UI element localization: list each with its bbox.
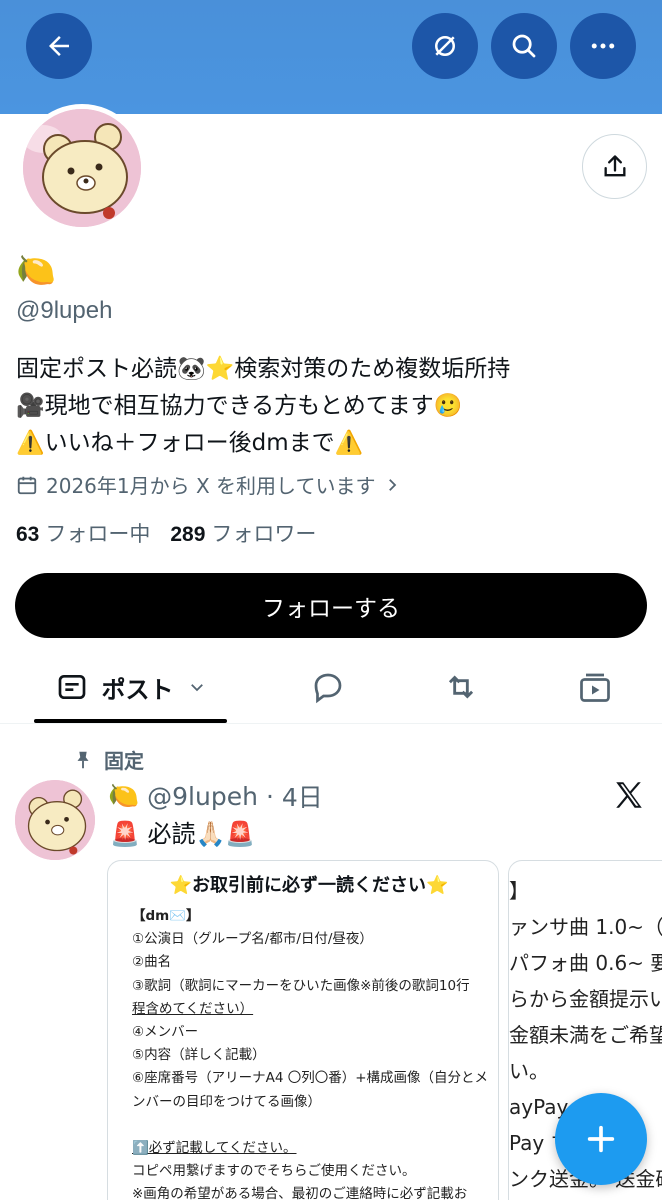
card-line <box>132 1114 486 1137</box>
card-line: ⬆️必ず記載してください。 <box>132 1140 297 1157</box>
card-line: らから金額提示い <box>509 987 662 1011</box>
plus-icon <box>587 1125 615 1153</box>
more-button[interactable] <box>570 13 636 79</box>
card-line: ④メンバー <box>132 1024 199 1041</box>
profile-bio: 固定ポスト必読🐼⭐️検索対策のため複数垢所持 🎥現地で相互協力できる方もとめてま… <box>16 351 646 462</box>
post-avatar[interactable] <box>15 780 95 860</box>
post-separator: · <box>265 781 274 811</box>
compose-button[interactable] <box>555 1093 647 1185</box>
bio-line: 🎥現地で相互協力できる方もとめてます🥲 <box>16 393 463 419</box>
tab-reposts[interactable] <box>423 650 499 724</box>
following-link[interactable]: 63 フォロー中 <box>16 518 150 548</box>
pin-icon <box>77 751 89 768</box>
card-line: ※画角の希望がある場合、最初のご連絡時に必ず記載お <box>132 1186 468 1200</box>
card-line: 程含めてください） <box>132 1000 254 1017</box>
card-line: ァンサ曲 1.0~（ <box>509 915 662 939</box>
tab-media[interactable] <box>557 650 633 724</box>
repost-icon <box>448 675 474 699</box>
bio-line: 固定ポスト必読🐼⭐️検索対策のため複数垢所持 <box>16 356 511 382</box>
back-button[interactable] <box>26 13 92 79</box>
profile-tabs: ポスト <box>0 650 662 724</box>
joined-text: 2026年1月から X を利用しています <box>46 474 376 498</box>
avatar-image <box>23 109 141 227</box>
followers-link[interactable]: 289 フォロワー <box>170 518 316 548</box>
following-count: 63 <box>16 523 40 546</box>
calendar-icon <box>17 476 37 494</box>
card-line: ンバーの目印をつけてる画像） <box>132 1093 321 1110</box>
post-header: 🍋 @9lupeh · 4日 <box>108 778 323 814</box>
arrow-left-icon <box>49 36 69 56</box>
following-label: フォロー中 <box>45 522 151 546</box>
card-line: パフォ曲 0.6~ 要相 <box>509 951 662 975</box>
display-name: 🍋 <box>16 251 56 289</box>
card-line: ②曲名 <box>132 954 172 971</box>
chevron-down-icon <box>190 684 203 692</box>
card-title: ⭐️お取引前に必ず一読ください⭐️ <box>169 875 449 896</box>
card-line: ①公演日（グループ名/都市/日付/昼夜） <box>132 931 373 948</box>
tab-replies[interactable] <box>290 650 366 724</box>
post-text: 🚨 必読🙏🏻🚨 <box>110 820 256 848</box>
post-image-card[interactable]: ⭐️お取引前に必ず一読ください⭐️ 【dm✉️】 ①公演日（グループ名/都市/日… <box>107 860 499 1200</box>
card-line: コピペ用繋げますのでそちらご使用ください。 <box>132 1163 416 1180</box>
joined-date[interactable]: 2026年1月から X を利用しています <box>16 470 401 499</box>
follow-counts: 63 フォロー中 289 フォロワー <box>16 518 316 548</box>
bio-line: ⚠️いいね＋フォロー後dmまで⚠️ <box>16 430 364 456</box>
pinned-text: 固定 <box>104 749 144 773</box>
followers-label: フォロワー <box>211 522 317 546</box>
followers-count: 289 <box>170 523 206 546</box>
tab-posts-label: ポスト <box>101 675 174 704</box>
profile-handle: @9lupeh <box>16 297 113 324</box>
share-button[interactable] <box>582 134 647 199</box>
profile-avatar[interactable] <box>18 104 146 232</box>
card-line: 【dm✉️】 <box>132 908 200 924</box>
card-line: ③歌詞（歌詞にマーカーをひいた画像※前後の歌詞10行 <box>132 977 470 994</box>
card-line: 】 <box>509 879 529 903</box>
x-logo-icon <box>616 782 642 808</box>
tab-posts[interactable]: ポスト <box>34 650 227 724</box>
share-icon <box>604 154 625 176</box>
card-line: い。 <box>509 1059 549 1083</box>
follow-button[interactable]: フォローする <box>15 573 647 638</box>
grok-button[interactable] <box>412 13 478 79</box>
post-time[interactable]: 4日 <box>282 778 323 814</box>
card-line: 金額未満をご希望 <box>509 1023 662 1047</box>
chevron-right-icon <box>389 478 397 491</box>
post-author-name[interactable]: 🍋 <box>108 781 139 811</box>
pinned-label: 固定 <box>72 745 144 774</box>
search-icon <box>512 34 536 58</box>
profile-banner <box>0 0 662 114</box>
post-handle[interactable]: @9lupeh <box>147 782 258 811</box>
card-line: ⑥座席番号（アリーナA4 〇列〇番）+構成画像（自分とメ <box>132 1070 489 1087</box>
reply-icon <box>314 673 342 704</box>
media-icon <box>580 673 610 702</box>
tab-active-indicator <box>34 719 227 723</box>
more-dots-icon <box>591 43 615 49</box>
post-icon <box>58 675 85 699</box>
grok-icon <box>435 36 455 56</box>
card-line: ⑤内容（詳しく記載） <box>132 1047 266 1064</box>
search-button[interactable] <box>491 13 557 79</box>
